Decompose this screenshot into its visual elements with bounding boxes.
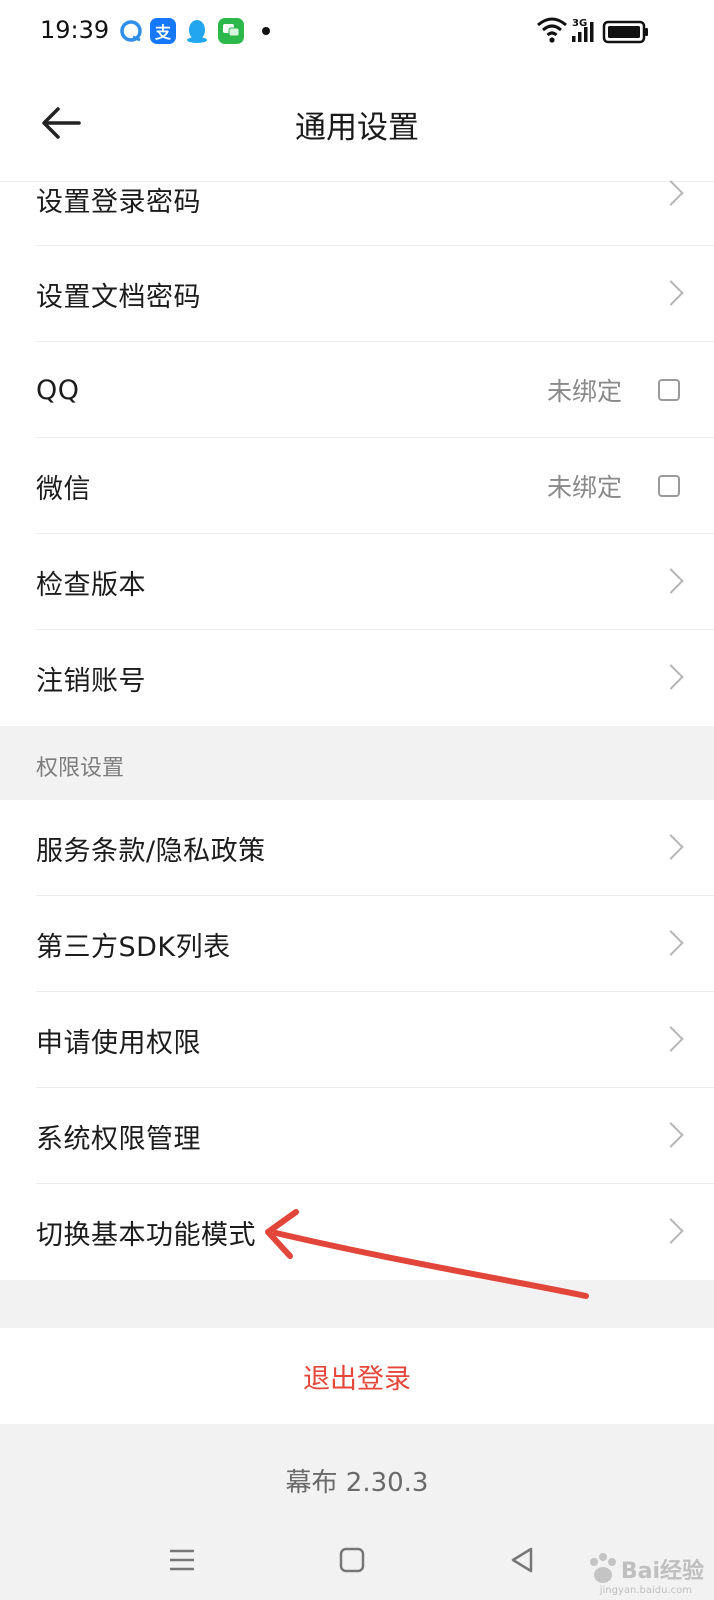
row-label: 注销账号	[36, 665, 146, 697]
section-header-permissions: 权限设置	[0, 732, 714, 800]
row-label: 微信	[36, 473, 91, 505]
watermark-subtext: jingyan.baidu.com	[599, 1585, 692, 1596]
alipay-icon: 支	[150, 18, 176, 44]
row-label: 切换基本功能模式	[36, 1219, 256, 1251]
row-label: QQ	[36, 374, 80, 406]
wechat-icon	[218, 18, 244, 44]
paw-icon	[589, 1553, 616, 1583]
row-label: 第三方SDK列表	[36, 931, 231, 963]
row-label: 检查版本	[36, 569, 146, 601]
settings-row-sdk-list[interactable]: 第三方SDK列表	[0, 896, 714, 992]
checkbox-icon[interactable]	[658, 475, 680, 497]
version-label: 幕布 2.30.3	[285, 1468, 429, 1498]
status-right-icons: 3G	[536, 14, 666, 50]
chevron-right-icon	[658, 1122, 684, 1148]
chevron-right-icon	[658, 568, 684, 594]
settings-row-system-permissions[interactable]: 系统权限管理	[0, 1088, 714, 1184]
header-bar: 通用设置	[0, 64, 714, 182]
settings-row-document-password[interactable]: 设置文档密码	[0, 246, 714, 342]
settings-row-basic-mode[interactable]: 切换基本功能模式	[0, 1184, 714, 1280]
account-settings-group: 设置登录密码 设置文档密码 QQ 未绑定 微信 未绑定 检查版本 注销账号	[0, 180, 714, 726]
chevron-right-icon	[658, 180, 684, 206]
chevron-right-icon	[658, 1218, 684, 1244]
chevron-right-icon	[658, 834, 684, 860]
settings-row-check-version[interactable]: 检查版本	[0, 534, 714, 630]
chevron-right-icon	[658, 664, 684, 690]
row-label: 服务条款/隐私政策	[36, 835, 266, 867]
row-label: 设置登录密码	[36, 186, 201, 218]
chevron-right-icon	[658, 1026, 684, 1052]
bind-status: 未绑定	[546, 473, 622, 502]
status-time: 19:39	[40, 16, 110, 44]
settings-row-request-permissions[interactable]: 申请使用权限	[0, 992, 714, 1088]
battery-icon	[602, 20, 648, 44]
bind-status: 未绑定	[546, 377, 622, 406]
watermark-text: Bai经验	[620, 1559, 704, 1584]
checkbox-icon[interactable]	[658, 379, 680, 401]
back-triangle-icon[interactable]	[502, 1540, 542, 1580]
settings-row-delete-account[interactable]: 注销账号	[0, 630, 714, 726]
notification-dot	[262, 27, 270, 35]
chevron-right-icon	[658, 930, 684, 956]
settings-row-qq[interactable]: QQ 未绑定	[0, 342, 714, 438]
status-bar: 19:39 支 3G	[0, 0, 714, 64]
home-icon[interactable]	[332, 1540, 372, 1580]
page-title: 通用设置	[295, 110, 419, 146]
row-label: 系统权限管理	[36, 1123, 201, 1155]
settings-row-terms-privacy[interactable]: 服务条款/隐私政策	[0, 800, 714, 896]
menu-icon[interactable]	[162, 1540, 202, 1580]
permission-settings-group: 服务条款/隐私政策 第三方SDK列表 申请使用权限 系统权限管理 切换基本功能模…	[0, 800, 714, 1280]
browser-icon	[118, 18, 144, 44]
chevron-right-icon	[658, 280, 684, 306]
logout-button[interactable]: 退出登录	[0, 1328, 714, 1424]
row-label: 设置文档密码	[36, 281, 201, 313]
row-label: 申请使用权限	[36, 1027, 201, 1059]
watermark-logo: Bai经验	[585, 1552, 704, 1586]
settings-row-login-password[interactable]: 设置登录密码	[0, 180, 714, 246]
qq-icon	[184, 18, 210, 44]
settings-row-wechat[interactable]: 微信 未绑定	[0, 438, 714, 534]
wifi-icon	[537, 17, 567, 43]
